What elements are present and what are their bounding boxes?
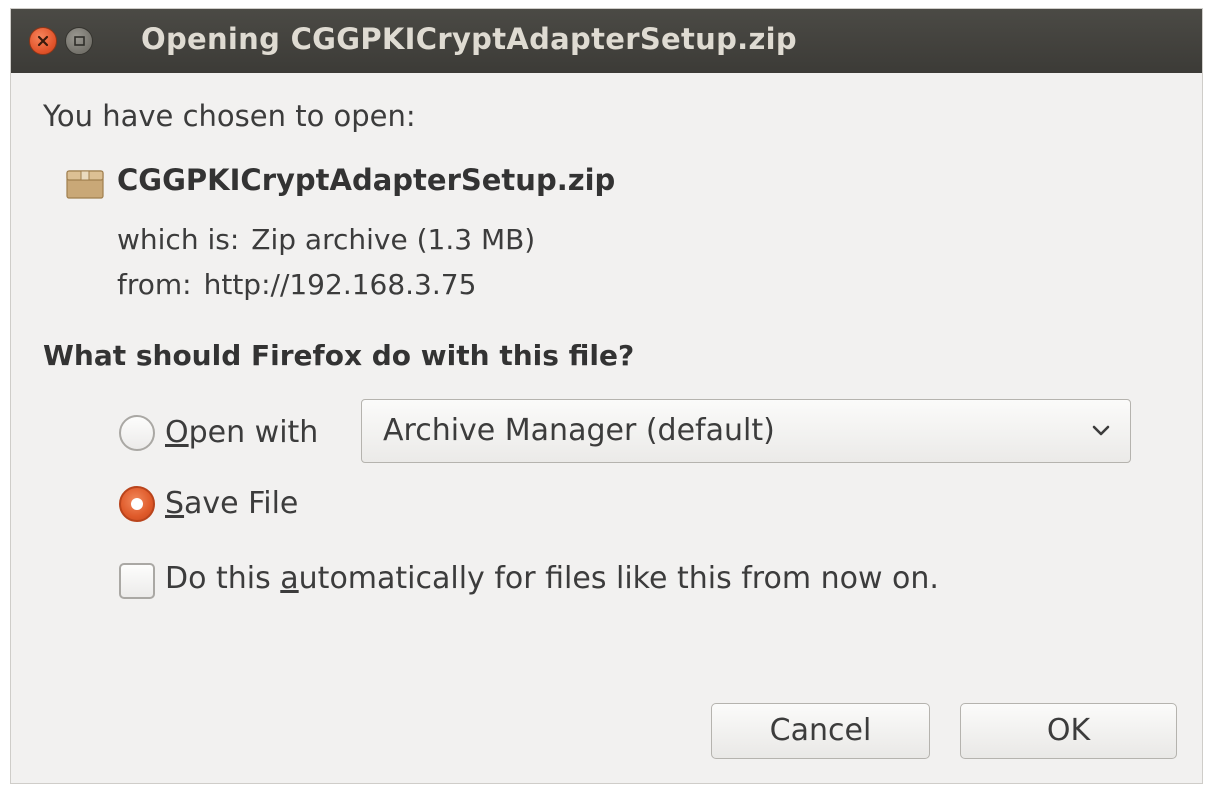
auto-action-label-pre: Do this	[165, 561, 281, 596]
file-type-label: which is:	[117, 223, 240, 256]
file-type-value: Zip archive (1.3 MB)	[251, 223, 536, 256]
chevron-down-icon	[1092, 425, 1110, 436]
file-name: CGGPKICryptAdapterSetup.zip	[117, 163, 616, 197]
action-question: What should Firefox do with this file?	[43, 339, 635, 372]
file-source-label: from:	[117, 268, 192, 301]
open-with-radio[interactable]	[119, 415, 155, 451]
open-with-accel: O	[165, 415, 189, 450]
window-title: Opening CGGPKICryptAdapterSetup.zip	[141, 22, 797, 56]
auto-action-label-rest: utomatically for files like this from no…	[298, 561, 939, 596]
application-select-value: Archive Manager (default)	[383, 413, 775, 448]
file-source-value: http://192.168.3.75	[203, 268, 477, 301]
save-file-label[interactable]: Save File	[165, 486, 298, 521]
auto-action-label[interactable]: Do this automatically for files like thi…	[165, 561, 939, 596]
open-with-label[interactable]: Open with	[165, 415, 318, 450]
close-icon[interactable]	[29, 27, 57, 55]
file-source-row: from: http://192.168.3.75	[117, 268, 476, 301]
ok-button[interactable]: OK	[960, 703, 1177, 759]
save-file-accel: S	[165, 486, 185, 521]
open-with-label-rest: pen with	[188, 415, 319, 450]
save-file-radio[interactable]	[119, 486, 155, 522]
cancel-button[interactable]: Cancel	[711, 703, 930, 759]
download-dialog-window: Opening CGGPKICryptAdapterSetup.zip You …	[10, 8, 1203, 784]
save-file-label-rest: ave File	[184, 486, 299, 521]
file-type-row: which is: Zip archive (1.3 MB)	[117, 223, 535, 256]
application-select[interactable]: Archive Manager (default)	[361, 399, 1131, 463]
intro-text: You have chosen to open:	[43, 99, 416, 133]
auto-action-checkbox[interactable]	[119, 563, 155, 599]
archive-file-icon	[66, 170, 104, 199]
title-bar: Opening CGGPKICryptAdapterSetup.zip	[11, 9, 1202, 73]
maximize-icon[interactable]	[65, 27, 93, 55]
dialog-content: You have chosen to open: CGGPKICryptAdap…	[11, 73, 1202, 783]
auto-action-accel: a	[280, 561, 299, 596]
radio-selected-dot	[131, 498, 143, 510]
